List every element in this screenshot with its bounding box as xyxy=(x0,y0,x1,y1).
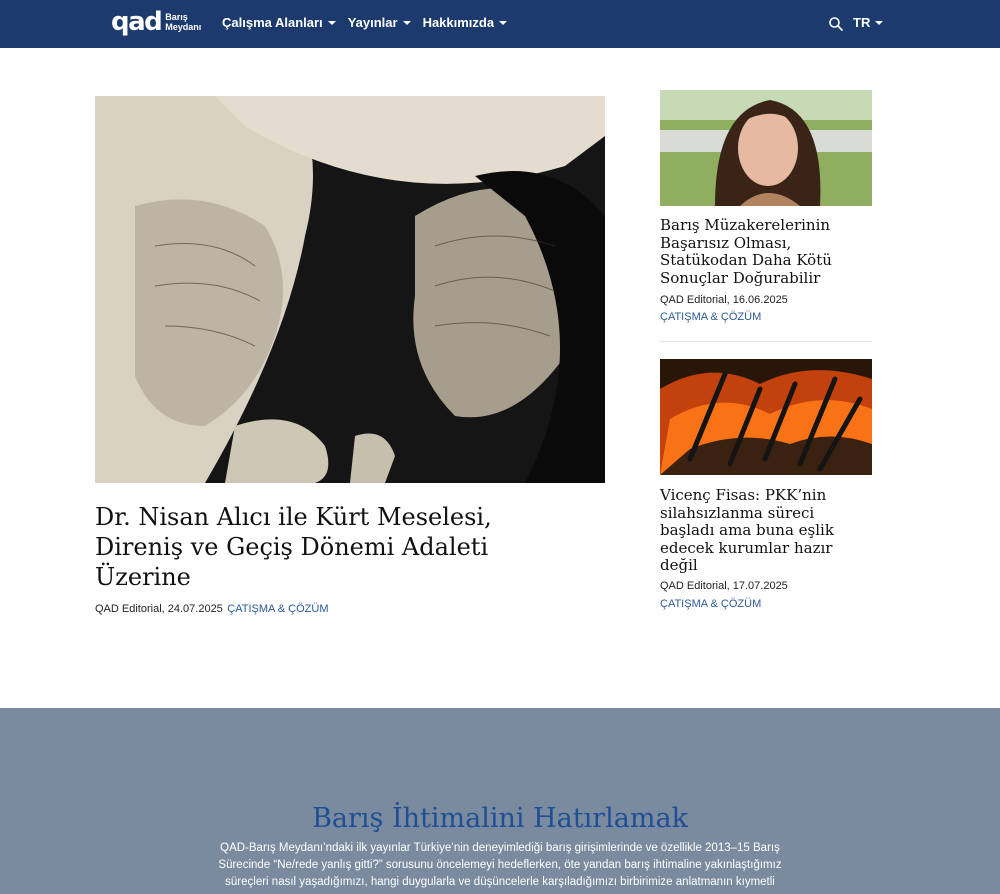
side-article-1-image[interactable] xyxy=(660,90,872,206)
main-nav: Çalışma Alanları Yayınlar Hakkımızda xyxy=(222,15,508,30)
side-article-2-image[interactable] xyxy=(660,359,872,475)
nav-item-label: Yayınlar xyxy=(347,15,398,30)
side-article-2-category-link[interactable]: ÇATIŞMA & ÇÖZÜM xyxy=(660,598,761,610)
search-icon[interactable] xyxy=(828,16,844,32)
top-navigation-bar: qad Barış Meydanı Çalışma Alanları Yayın… xyxy=(0,0,1000,48)
chevron-down-icon xyxy=(327,20,336,25)
chevron-down-icon xyxy=(402,20,411,25)
logo-subtitle-line1: Barış xyxy=(165,12,188,22)
side-article-1-category-link[interactable]: ÇATIŞMA & ÇÖZÜM xyxy=(660,311,761,323)
band-title: Barış İhtimalini Hatırlamak xyxy=(312,803,688,834)
side-article-1-author-date: QAD Editorial, 16.06.2025 xyxy=(660,294,788,306)
featured-author-date: QAD Editorial, 24.07.2025 xyxy=(95,603,223,615)
featured-article-meta: QAD Editorial, 24.07.2025 ÇATIŞMA & ÇÖZÜ… xyxy=(95,599,329,617)
side-article-1-title[interactable]: Barış Müzakerelerinin Başarısız Olması, … xyxy=(660,216,860,287)
chevron-down-icon xyxy=(499,20,508,25)
divider xyxy=(660,341,872,342)
nav-item-label: Çalışma Alanları xyxy=(222,15,323,30)
band-text: QAD-Barış Meydanı’ndaki ilk yayınlar Tür… xyxy=(218,842,782,888)
logo-subtitle-line2: Meydanı xyxy=(165,22,202,32)
side-article-2-author-date: QAD Editorial, 17.07.2025 xyxy=(660,580,788,592)
featured-article-image[interactable] xyxy=(95,96,605,483)
nav-item-hakkimizda[interactable]: Hakkımızda xyxy=(423,15,508,30)
chevron-down-icon xyxy=(875,20,884,25)
language-label: TR xyxy=(853,15,871,30)
logo-subtitle: Barış Meydanı xyxy=(165,12,201,32)
featured-category-link[interactable]: ÇATIŞMA & ÇÖZÜM xyxy=(227,603,328,615)
nav-item-calisma-alanlari[interactable]: Çalışma Alanları xyxy=(222,15,336,30)
side-article-2-title[interactable]: Vicenç Fisas: PKK’nin silahsızlanma süre… xyxy=(660,486,835,575)
featured-article-title[interactable]: Dr. Nisan Alıcı ile Kürt Meselesi, Diren… xyxy=(95,502,515,592)
logo-mark: qad xyxy=(111,7,163,37)
nav-item-label: Hakkımızda xyxy=(422,15,495,30)
nav-item-yayinlar[interactable]: Yayınlar xyxy=(348,15,411,30)
site-logo[interactable]: qad Barış Meydanı xyxy=(111,9,201,35)
language-selector[interactable]: TR xyxy=(853,15,884,30)
